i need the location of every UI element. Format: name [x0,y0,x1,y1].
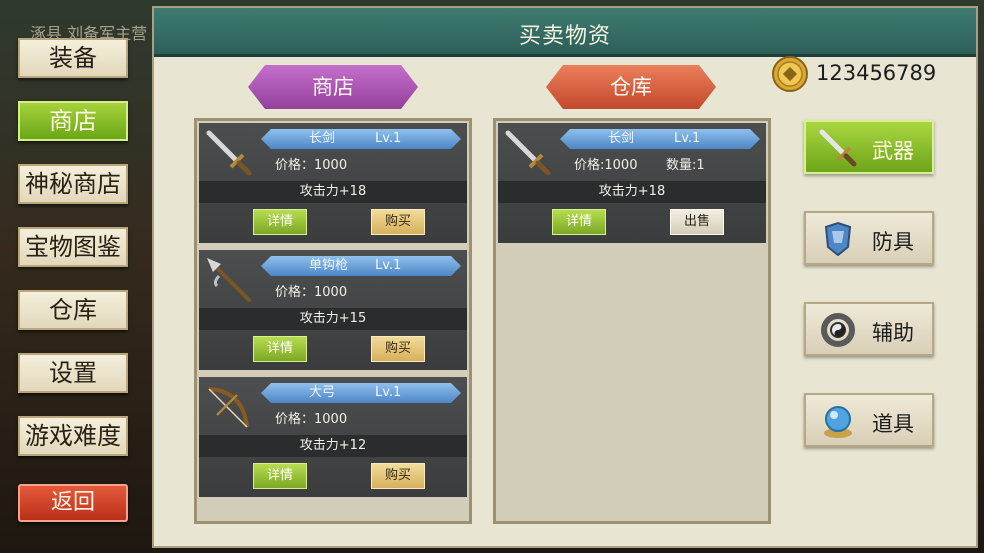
item-level: Lv.1 [375,131,402,146]
shop-item-card: 单钩枪 Lv.1 价格：1000 攻击力+15 详情 购买 [199,250,467,370]
item-name-bar: 单钩枪 Lv.1 [261,256,461,276]
sidebar-item-equipment[interactable]: 装备 [18,38,128,78]
page-title: 买卖物资 [518,24,611,49]
shop-item-card: 长剑 Lv.1 价格：1000 攻击力+18 详情 购买 [199,123,467,243]
buy-button[interactable]: 购买 [371,209,425,235]
item-name: 长剑 [608,131,635,146]
trade-panel: 买卖物资 123456789 商店 仓库 长剑 Lv.1 价格：1000 攻击力… [152,6,978,548]
bow-icon [208,387,249,428]
sidebar-item-treasure-book[interactable]: 宝物图鉴 [18,227,128,267]
item-name: 大弓 [309,385,336,400]
category-label: 防具 [872,230,914,254]
detail-button[interactable]: 详情 [253,336,307,362]
buy-button[interactable]: 购买 [371,336,425,362]
category-armor-button[interactable]: 防具 [804,211,934,265]
accessory-icon [821,313,855,347]
detail-button[interactable]: 详情 [253,209,307,235]
item-level: Lv.1 [375,385,402,400]
sidebar-item-shop[interactable]: 商店 [18,101,128,141]
category-label: 道具 [872,412,914,436]
money-amount: 123456789 [816,61,937,85]
weapon-icon [819,129,857,167]
item-quantity: 数量:1 [666,158,705,173]
category-label: 武器 [872,139,914,163]
category-weapon-button[interactable]: 武器 [804,120,934,174]
item-name-bar: 长剑 Lv.1 [560,129,760,149]
category-label: 辅助 [872,321,914,345]
item-price: 价格:1000 [574,158,638,173]
item-stat: 攻击力+12 [199,435,467,457]
item-stat: 攻击力+15 [199,308,467,330]
detail-button[interactable]: 详情 [253,463,307,489]
category-accessory-button[interactable]: 辅助 [804,302,934,356]
item-level: Lv.1 [375,258,402,273]
item-orb-icon [824,406,852,438]
tab-shop[interactable]: 商店 [248,65,418,109]
sidebar-item-mystery-shop[interactable]: 神秘商店 [18,164,128,204]
detail-button[interactable]: 详情 [552,209,606,235]
item-stat: 攻击力+18 [498,181,766,203]
spear-icon [207,258,251,302]
category-item-button[interactable]: 道具 [804,393,934,447]
back-button[interactable]: 返回 [18,484,128,522]
sidebar-item-difficulty[interactable]: 游戏难度 [18,416,128,456]
sword-icon [505,130,551,176]
sword-icon [206,130,252,176]
item-name-bar: 长剑 Lv.1 [261,129,461,149]
warehouse-item-card: 长剑 Lv.1 价格:1000 数量:1 攻击力+18 详情 出售 [498,123,766,243]
shop-item-card: 大弓 Lv.1 价格：1000 攻击力+12 详情 购买 [199,377,467,497]
item-stat: 攻击力+18 [199,181,467,203]
item-price: 价格：1000 [275,285,348,300]
armor-icon [824,221,852,257]
warehouse-list[interactable]: 长剑 Lv.1 价格:1000 数量:1 攻击力+18 详情 出售 [493,118,771,524]
tab-warehouse[interactable]: 仓库 [546,65,716,109]
sidebar-item-warehouse[interactable]: 仓库 [18,290,128,330]
item-price: 价格：1000 [275,158,348,173]
sidebar-item-settings[interactable]: 设置 [18,353,128,393]
item-level: Lv.1 [674,131,701,146]
item-name: 单钩枪 [309,258,349,273]
buy-button[interactable]: 购买 [371,463,425,489]
item-name: 长剑 [309,131,336,146]
coin-icon [772,56,808,92]
item-price: 价格：1000 [275,412,348,427]
shop-list[interactable]: 长剑 Lv.1 价格：1000 攻击力+18 详情 购买 单钩枪 Lv.1 价格… [194,118,472,524]
sell-button[interactable]: 出售 [670,209,724,235]
item-name-bar: 大弓 Lv.1 [261,383,461,403]
